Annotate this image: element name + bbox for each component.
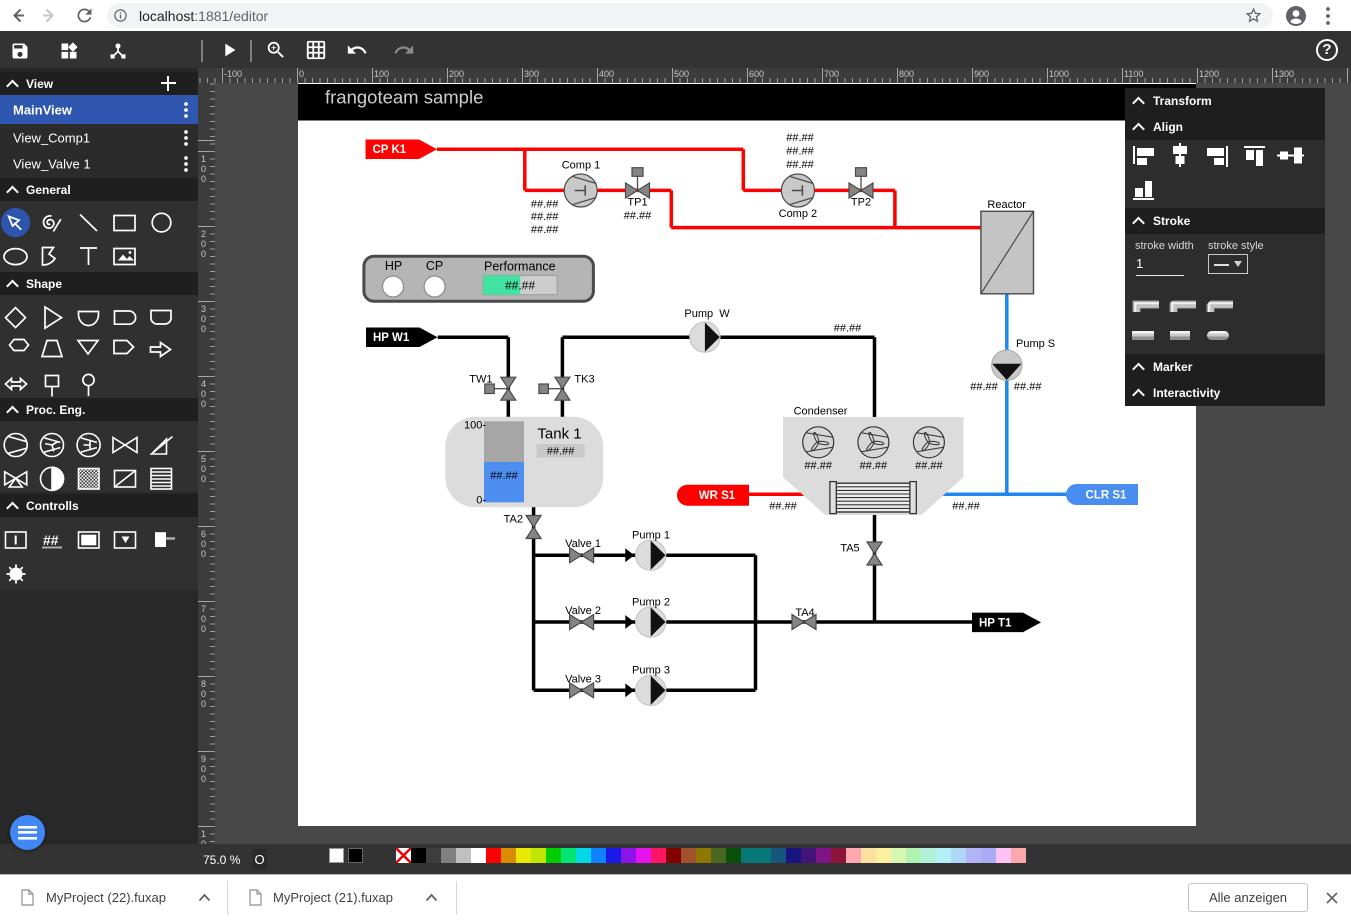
svg-text:CLR S1: CLR S1 — [1086, 490, 1128, 502]
svg-text:Reactor: Reactor — [987, 199, 1026, 211]
svg-text:100-: 100- — [464, 420, 486, 432]
svg-text:TA2: TA2 — [504, 514, 523, 526]
svg-text:##.##: ##.## — [952, 500, 980, 512]
svg-text:##.##: ##.## — [804, 460, 832, 472]
svg-text:Pump 3: Pump 3 — [632, 665, 670, 677]
svg-text:TP2: TP2 — [851, 197, 871, 209]
svg-text:frangoteam sample: frangoteam sample — [325, 87, 483, 108]
svg-text:TA4: TA4 — [795, 607, 814, 619]
svg-text:##.##: ##.## — [786, 132, 814, 144]
svg-text:Performance: Performance — [484, 260, 556, 274]
svg-text:##.##: ##.## — [531, 199, 559, 211]
svg-text:Valve 2: Valve 2 — [565, 605, 601, 617]
svg-text:##.##: ##.## — [531, 224, 559, 236]
svg-text:Pump 2: Pump 2 — [632, 596, 670, 608]
svg-text:##.##: ##.## — [786, 145, 814, 157]
svg-text:Comp 1: Comp 1 — [562, 160, 601, 172]
svg-text:WR S1: WR S1 — [699, 490, 736, 502]
svg-text:##.##: ##.## — [786, 159, 814, 171]
svg-text:Tank 1: Tank 1 — [537, 426, 581, 443]
svg-text:##.##: ##.## — [834, 323, 862, 335]
svg-text:Valve 1: Valve 1 — [565, 538, 601, 550]
svg-text:##.##: ##.## — [769, 500, 797, 512]
svg-text:HP: HP — [385, 259, 402, 273]
svg-text:##.##: ##.## — [505, 279, 535, 293]
svg-text:##.##: ##.## — [547, 445, 575, 457]
svg-text:HP W1: HP W1 — [373, 332, 410, 344]
svg-text:##.##: ##.## — [531, 211, 559, 223]
svg-text:TA5: TA5 — [840, 543, 859, 555]
svg-text:##.##: ##.## — [915, 460, 943, 472]
svg-text:##.##: ##.## — [490, 470, 518, 482]
svg-text:TW1: TW1 — [469, 374, 492, 386]
svg-text:CP: CP — [426, 259, 443, 273]
svg-text:##: ## — [43, 532, 59, 548]
svg-text:##.##: ##.## — [970, 381, 998, 393]
svg-text:Pump S: Pump S — [1016, 338, 1055, 350]
svg-text:0-: 0- — [476, 495, 486, 507]
svg-text:HP T1: HP T1 — [979, 617, 1012, 629]
svg-text:Condenser: Condenser — [794, 406, 848, 418]
svg-text:##.##: ##.## — [624, 210, 652, 222]
svg-text:Comp 2: Comp 2 — [779, 208, 818, 220]
svg-text:Pump 1: Pump 1 — [632, 530, 670, 542]
svg-text:Valve 3: Valve 3 — [565, 673, 601, 685]
svg-text:CP K1: CP K1 — [373, 144, 407, 156]
svg-text:TP1: TP1 — [627, 197, 647, 209]
svg-text:##.##: ##.## — [1014, 381, 1042, 393]
svg-text:##.##: ##.## — [860, 460, 888, 472]
svg-text:Pump W: Pump W — [684, 308, 730, 320]
svg-text:TK3: TK3 — [574, 374, 594, 386]
